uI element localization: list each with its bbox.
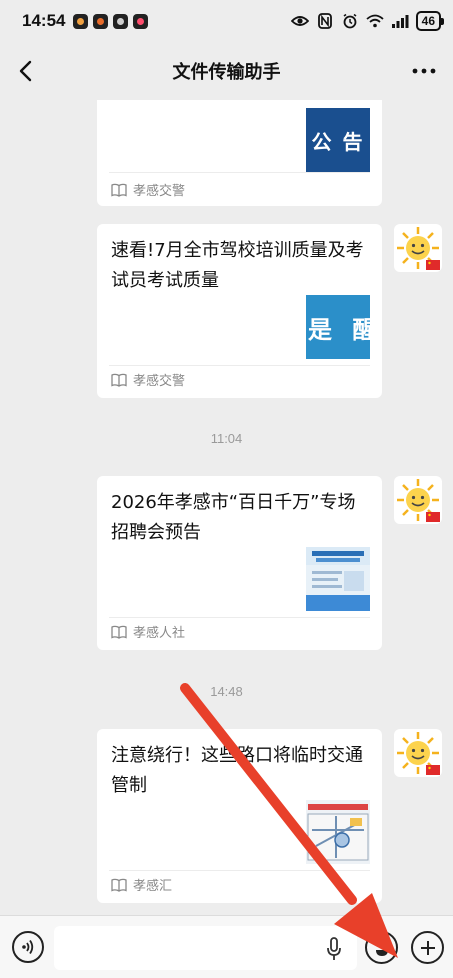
emoji-icon xyxy=(375,942,388,956)
source-name: 孝感交警 xyxy=(133,184,186,199)
avatar[interactable] xyxy=(394,729,442,777)
book-icon xyxy=(111,183,127,197)
avatar[interactable] xyxy=(394,476,442,524)
eye-icon xyxy=(290,12,309,30)
app-notification-icon xyxy=(113,13,129,29)
mic-button[interactable] xyxy=(322,936,346,962)
sun-avatar-icon xyxy=(397,227,440,270)
article-card[interactable]: 公 告 孝感交警 xyxy=(97,100,382,206)
article-card[interactable]: 2026年孝感市“百日千万”专场招聘会预告 孝感人社 xyxy=(97,476,382,650)
back-button[interactable] xyxy=(12,56,38,86)
article-source: 孝感交警 xyxy=(111,370,185,389)
app-notification-icon xyxy=(73,13,89,29)
more-dots-icon xyxy=(412,68,436,74)
message-input[interactable] xyxy=(54,926,357,970)
mic-icon xyxy=(327,937,341,960)
more-button[interactable] xyxy=(411,56,437,86)
article-source: 孝感交警 xyxy=(111,180,185,199)
emoji-button[interactable] xyxy=(365,931,398,964)
article-card[interactable]: 注意绕行！这些路口将临时交通管制 孝感汇 xyxy=(97,729,382,903)
sun-avatar-icon xyxy=(397,479,440,522)
book-icon xyxy=(111,373,127,387)
source-name: 孝感交警 xyxy=(133,374,186,389)
page-title: 文件传输助手 xyxy=(172,62,281,83)
timestamp: 11:04 xyxy=(210,431,243,446)
article-thumbnail xyxy=(306,800,370,864)
card-divider xyxy=(109,870,370,871)
input-bar xyxy=(0,915,453,978)
book-icon xyxy=(111,625,127,639)
article-title: 注意绕行！这些路口将临时交通管制 xyxy=(111,745,363,796)
battery-icon: 46 xyxy=(415,11,445,31)
wifi-icon xyxy=(366,12,384,30)
article-card[interactable]: 速看!7月全市驾校培训质量及考试员考试质量 是 醒 孝感交警 xyxy=(97,224,382,398)
timestamp: 14:48 xyxy=(210,684,243,699)
article-thumbnail xyxy=(306,547,370,611)
card-divider xyxy=(109,172,370,173)
card-divider xyxy=(109,617,370,618)
status-bar: 14:54 46 xyxy=(0,0,453,42)
article-source: 孝感人社 xyxy=(111,622,185,641)
sun-avatar-icon xyxy=(397,732,440,775)
alarm-icon xyxy=(341,12,359,30)
article-thumbnail: 公 告 xyxy=(306,108,370,172)
title-bar: 文件传输助手 xyxy=(0,42,453,100)
plus-button[interactable] xyxy=(411,931,444,964)
article-title: 2026年孝感市“百日千万”专场招聘会预告 xyxy=(111,492,356,543)
voice-icon xyxy=(22,939,34,955)
chat-area[interactable]: 公 告 孝感交警 速看!7月全市驾校培训质量及考试员考试质量 是 醒 孝感交警 … xyxy=(0,100,453,915)
signal-icon xyxy=(391,12,409,30)
card-divider xyxy=(109,365,370,366)
source-name: 孝感人社 xyxy=(133,626,186,641)
nfc-icon xyxy=(316,12,334,30)
chevron-left-icon xyxy=(19,60,32,82)
app-notification-icon xyxy=(133,13,149,29)
voice-button[interactable] xyxy=(12,931,44,963)
avatar[interactable] xyxy=(394,224,442,272)
article-thumbnail: 是 醒 xyxy=(306,295,370,359)
book-icon xyxy=(111,878,127,892)
status-time: 14:54 xyxy=(22,11,66,30)
source-name: 孝感汇 xyxy=(133,879,173,894)
article-source: 孝感汇 xyxy=(111,875,172,894)
article-title: 速看!7月全市驾校培训质量及考试员考试质量 xyxy=(111,240,364,291)
app-notification-icon xyxy=(93,13,109,29)
plus-icon xyxy=(420,940,435,955)
